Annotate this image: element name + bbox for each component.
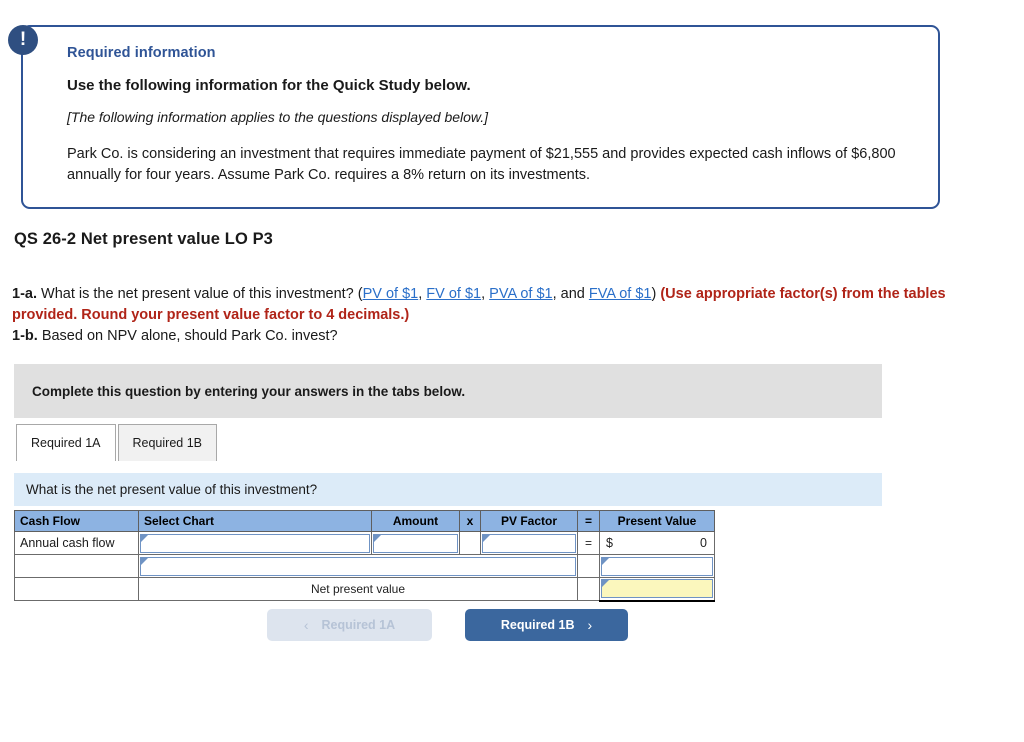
column-header-select-chart: Select Chart [138, 510, 372, 532]
tab-required-1b[interactable]: Required 1B [117, 424, 217, 461]
callout-body: Required information Use the following i… [21, 25, 940, 210]
row1-amount-cell [371, 531, 460, 555]
column-header-present-value: Present Value [599, 510, 715, 532]
net-present-value-answer-input[interactable] [601, 579, 713, 599]
row1-amount-input[interactable] [373, 533, 458, 553]
row1-pv-factor-cell [480, 531, 578, 555]
complete-question-banner: Complete this question by entering your … [14, 364, 882, 418]
table-row: Net present value [14, 577, 715, 602]
column-header-pv-factor: PV Factor [480, 510, 578, 532]
row1-currency-symbol: $ [606, 536, 613, 550]
row2-merged-input[interactable] [140, 556, 576, 576]
column-header-cash-flow: Cash Flow [14, 510, 139, 532]
row3-cash-flow-cell [14, 577, 139, 601]
row3-equals-cell [577, 577, 600, 601]
prompt-strip: What is the net present value of this in… [14, 473, 882, 506]
quick-study-heading: Use the following information for the Qu… [67, 77, 471, 94]
applies-note: [The following information applies to th… [67, 109, 489, 125]
requirement-tabs: Required 1A Required 1B [16, 424, 217, 461]
complete-question-text: Complete this question by entering your … [32, 383, 466, 399]
page-root: ! Required information Use the following… [0, 0, 1024, 742]
exclamation-icon: ! [8, 25, 38, 55]
link-fv-of-1[interactable]: FV of $1 [426, 286, 481, 302]
row1-select-chart-cell [138, 531, 372, 555]
row2-present-value-input[interactable] [601, 556, 713, 576]
requirement-1a-question: What is the net present value of this in… [41, 286, 363, 302]
row3-answer-cell [599, 577, 715, 602]
previous-requirement-button[interactable]: ‹ Required 1A [267, 609, 432, 641]
required-information-label: Required information [67, 45, 216, 61]
row1-pv-factor-input[interactable] [482, 533, 576, 553]
requirement-1b: 1-b. Based on NPV alone, should Park Co.… [12, 326, 952, 347]
table-row: Annual cash flow = $ 0 [14, 531, 715, 555]
row1-times-cell [459, 531, 481, 555]
column-header-times: x [459, 510, 481, 532]
row1-equals-cell: = [577, 531, 600, 555]
requirement-1b-question: Based on NPV alone, should Park Co. inve… [41, 328, 338, 345]
scenario-text: Park Co. is considering an investment th… [67, 146, 896, 183]
row2-present-value-cell [599, 554, 715, 578]
next-requirement-button[interactable]: Required 1B › [465, 609, 628, 641]
chevron-left-icon: ‹ [303, 617, 309, 633]
npv-worksheet-table: Cash Flow Select Chart Amount x PV Facto… [14, 510, 715, 602]
page-title: QS 26-2 Net present value LO P3 [14, 230, 273, 248]
table-header-row: Cash Flow Select Chart Amount x PV Facto… [14, 510, 715, 532]
requirements-block: 1-a. What is the net present value of th… [12, 284, 952, 347]
chevron-right-icon: › [587, 617, 593, 633]
requirement-1b-label: 1-b. [12, 328, 38, 345]
row1-present-value-cell: $ 0 [599, 531, 715, 555]
row1-present-value-display: $ 0 [600, 532, 714, 554]
sep-1: , [481, 286, 490, 302]
row1-cash-flow-label: Annual cash flow [14, 531, 139, 555]
column-header-amount: Amount [371, 510, 460, 532]
link-pva-of-1[interactable]: PVA of $1 [489, 286, 552, 302]
tab-navigation: ‹ Required 1A Required 1B › [267, 609, 628, 641]
requirement-1a-label: 1-a. [12, 286, 37, 302]
previous-requirement-label: Required 1A [321, 618, 396, 632]
table-row [14, 554, 715, 578]
prompt-strip-text: What is the net present value of this in… [26, 482, 318, 497]
tab-required-1a[interactable]: Required 1A [16, 424, 116, 461]
link-pv-of-1[interactable]: PV of $1 [363, 286, 419, 302]
requirement-1a: 1-a. What is the net present value of th… [12, 284, 952, 326]
row2-cash-flow-cell [14, 554, 139, 578]
row1-select-chart-input[interactable] [140, 533, 370, 553]
column-header-equals: = [577, 510, 600, 532]
row2-merged-cell [138, 554, 578, 578]
link-fva-of-1[interactable]: FVA of $1 [589, 286, 652, 302]
row2-equals-cell [577, 554, 600, 578]
sep-2: , and [552, 286, 589, 302]
row1-present-value: 0 [700, 536, 707, 550]
row3-net-present-value-label: Net present value [138, 577, 578, 601]
next-requirement-label: Required 1B [500, 618, 575, 632]
required-information-callout: ! Required information Use the following… [8, 25, 940, 210]
